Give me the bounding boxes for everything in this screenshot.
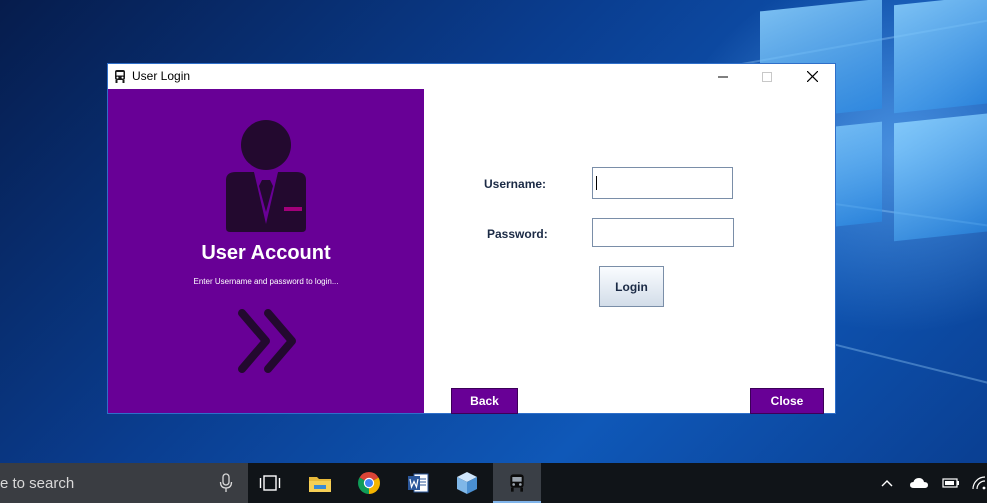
chrome-icon [358, 472, 380, 494]
file-explorer-icon [309, 477, 331, 492]
file-explorer-button[interactable] [296, 463, 344, 503]
taskbar: e to search [0, 463, 987, 503]
password-label: Password: [487, 227, 548, 241]
show-hidden-icons-button[interactable] [874, 463, 900, 503]
cube-app-icon [457, 472, 477, 494]
bus-app-icon [510, 474, 524, 492]
task-view-button[interactable] [246, 463, 294, 503]
back-button[interactable]: Back [451, 388, 518, 414]
word-button[interactable] [394, 463, 442, 503]
close-icon [806, 71, 818, 82]
maximize-button [744, 64, 790, 89]
close-button-label: Close [770, 394, 804, 408]
bus-app-taskbar-button[interactable] [493, 463, 541, 503]
onedrive-button[interactable] [904, 463, 934, 503]
login-button-label: Login [615, 279, 648, 294]
panel-instructions: Enter Username and password to login... [193, 277, 339, 286]
task-view-icon [259, 475, 281, 491]
wifi-button[interactable] [970, 463, 987, 503]
close-window-button[interactable] [789, 64, 835, 89]
taskbar-search-box[interactable]: e to search [0, 463, 248, 503]
user-account-icon [226, 120, 306, 232]
login-window: User Login User Account Enter Username a… [107, 63, 836, 414]
battery-button[interactable] [938, 463, 964, 503]
chrome-button[interactable] [345, 463, 393, 503]
window-title: User Login [132, 69, 191, 83]
battery-icon [942, 478, 959, 488]
account-side-panel: User Account Enter Username and password… [108, 89, 424, 413]
password-field[interactable] [592, 218, 734, 247]
back-button-label: Back [470, 394, 499, 408]
cube-app-button[interactable] [443, 463, 491, 503]
username-field[interactable] [592, 167, 733, 199]
microphone-icon[interactable] [219, 473, 233, 493]
login-button[interactable]: Login [599, 266, 664, 307]
word-icon [408, 473, 429, 493]
wifi-icon [971, 476, 985, 490]
maximize-icon [762, 71, 772, 82]
title-bar[interactable]: User Login [108, 64, 835, 89]
close-button[interactable]: Close [750, 388, 824, 414]
search-placeholder: e to search [0, 475, 75, 492]
double-chevron-right-icon [238, 309, 296, 373]
panel-heading: User Account [201, 242, 331, 264]
bus-app-icon [115, 70, 125, 83]
minimize-icon [718, 76, 728, 77]
chevron-up-icon [881, 480, 893, 487]
minimize-button[interactable] [700, 64, 746, 89]
username-label: Username: [484, 177, 547, 191]
cloud-icon [910, 478, 928, 488]
text-caret [596, 176, 597, 190]
